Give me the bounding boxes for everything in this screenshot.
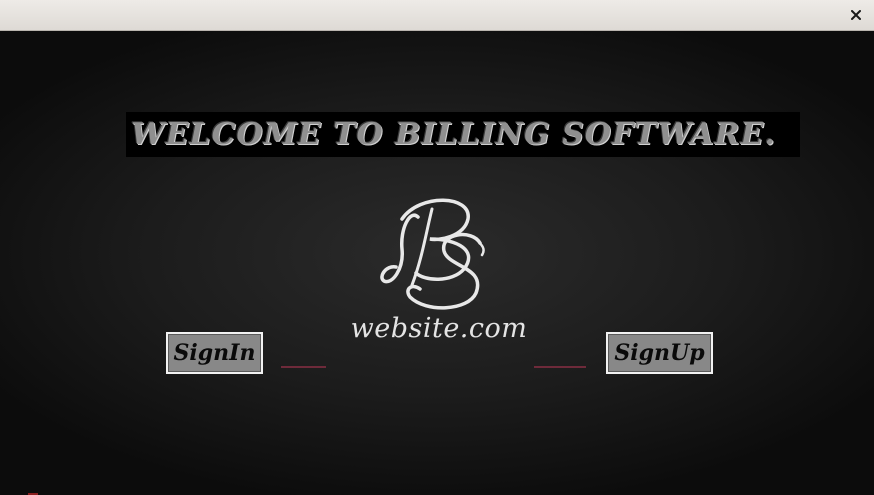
- welcome-banner: WELCOME TO BILLING SOFTWARE.: [126, 112, 800, 157]
- logo-caption: website.com: [350, 313, 528, 344]
- close-button[interactable]: [846, 4, 866, 24]
- signup-button[interactable]: SignUp: [606, 332, 713, 374]
- close-icon: [851, 5, 861, 24]
- main-canvas: WELCOME TO BILLING SOFTWARE. website.com…: [0, 31, 874, 495]
- bs-monogram-icon: [380, 198, 485, 310]
- decorative-line-left: [281, 366, 326, 368]
- title-bar: [0, 0, 874, 31]
- signin-button[interactable]: SignIn: [166, 332, 263, 374]
- welcome-heading: WELCOME TO BILLING SOFTWARE.: [131, 117, 776, 152]
- decorative-line-right: [534, 366, 586, 368]
- app-window: WELCOME TO BILLING SOFTWARE. website.com…: [0, 0, 874, 495]
- logo: website.com: [340, 189, 540, 349]
